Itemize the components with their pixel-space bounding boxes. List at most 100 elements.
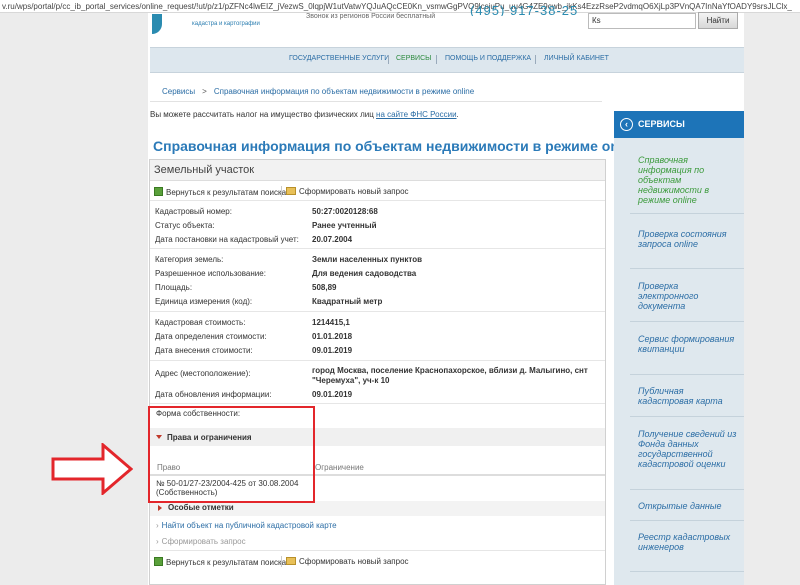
new-request-bottom-button[interactable]: Сформировать новый запрос: [286, 557, 409, 566]
field-label-status: Статус объекта:: [155, 221, 215, 230]
nav-divider: [388, 55, 389, 64]
divider: [150, 248, 605, 249]
hotline-phone: (495) 917-38-25: [470, 4, 579, 16]
nav-item-help[interactable]: ПОМОЩЬ И ПОДДЕРЖКА: [445, 55, 531, 62]
divider: [150, 311, 605, 312]
field-label-update-date: Дата обновления информации:: [155, 390, 272, 399]
annotation-arrow-icon: [51, 443, 133, 495]
field-value-status: Ранее учтенный: [312, 221, 377, 230]
action-divider: [281, 556, 282, 567]
sidebar-item-public-map[interactable]: Публичная кадастровая карта: [638, 386, 738, 406]
breadcrumb-divider: [150, 101, 602, 102]
sidebar-divider: [630, 213, 744, 214]
special-notes-title[interactable]: Особые отметки: [168, 503, 234, 512]
sidebar: [614, 138, 744, 585]
field-label-permitted-use: Разрешенное использование:: [155, 269, 266, 278]
back-to-results-bottom-button[interactable]: Вернуться к результатам поиска: [154, 557, 286, 567]
page-title: Справочная информация по объектам недвиж…: [153, 138, 644, 154]
field-value-update-date: 09.01.2019: [312, 390, 353, 399]
card-header: Земельный участок: [150, 160, 605, 181]
sidebar-item-request-status[interactable]: Проверка состояния запроса online: [638, 229, 738, 249]
back-circle-icon[interactable]: ‹: [620, 118, 633, 131]
sidebar-item-document-check[interactable]: Проверка электронного документа: [638, 281, 738, 311]
sidebar-divider: [630, 374, 744, 375]
logo-line: кадастра и картографии: [192, 21, 260, 27]
sidebar-header[interactable]: ‹ СЕРВИСЫ: [614, 111, 744, 138]
sidebar-title: СЕРВИСЫ: [638, 119, 685, 129]
new-request-icon: [286, 187, 296, 195]
annotation-highlight-box: [148, 406, 315, 503]
create-request-link[interactable]: › Сформировать запрос: [156, 537, 246, 546]
field-label-address: Адрес (местоположение):: [155, 369, 251, 378]
action-divider: [281, 186, 282, 197]
new-request-label: Сформировать новый запрос: [299, 187, 409, 196]
field-value-land-category: Земли населенных пунктов: [312, 255, 423, 264]
map-link[interactable]: › Найти объект на публичной кадастровой к…: [156, 521, 337, 530]
field-label-value-entry-date: Дата внесения стоимости:: [155, 346, 253, 355]
field-label-cadastral-value: Кадастровая стоимость:: [155, 318, 246, 327]
create-request-label: Сформировать запрос: [161, 537, 246, 546]
sidebar-divider: [630, 489, 744, 490]
field-label-cadastral-number: Кадастровый номер:: [155, 207, 232, 216]
tax-note-end: .: [456, 110, 459, 119]
nav-item-gov-services[interactable]: ГОСУДАРСТВЕННЫЕ УСЛУГИ: [289, 55, 389, 62]
tax-note: Вы можете рассчитать налог на имущество …: [150, 110, 459, 119]
divider: [150, 403, 605, 404]
sidebar-item-valuation-fund[interactable]: Получение сведений из Фонда данных госуд…: [638, 429, 738, 469]
breadcrumb-services-link[interactable]: Сервисы: [162, 87, 195, 96]
field-value-value-date: 01.01.2018: [312, 332, 353, 341]
sidebar-item-engineers-registry[interactable]: Реестр кадастровых инженеров: [638, 532, 738, 552]
back-to-results-bottom-label: Вернуться к результатам поиска: [166, 558, 287, 567]
field-value-address-line2: "Черемуха", уч-к 10: [312, 376, 390, 385]
divider: [150, 200, 605, 201]
sidebar-divider: [630, 520, 744, 521]
sidebar-divider: [630, 268, 744, 269]
new-request-bottom-label: Сформировать новый запрос: [299, 557, 409, 566]
hotline-text: Звонок из регионов России бесплатный: [306, 13, 436, 20]
back-arrow-icon: [154, 557, 163, 566]
nav-divider: [535, 55, 536, 64]
field-label-unit: Единица измерения (код):: [155, 297, 253, 306]
field-value-registration-date: 20.07.2004: [312, 235, 353, 244]
back-to-results-label: Вернуться к результатам поиска: [166, 188, 287, 197]
field-label-land-category: Категория земель:: [155, 255, 224, 264]
sidebar-divider: [630, 416, 744, 417]
field-value-area: 508,89: [312, 283, 337, 292]
nav-item-services[interactable]: СЕРВИСЫ: [396, 55, 431, 62]
breadcrumb-current[interactable]: Справочная информация по объектам недвиж…: [214, 87, 474, 96]
field-value-cadastral-number: 50:27:0020128:68: [312, 207, 378, 216]
sidebar-item-open-data[interactable]: Открытые данные: [638, 501, 738, 511]
new-request-icon: [286, 557, 296, 565]
sidebar-divider: [630, 571, 744, 572]
field-value-value-entry-date: 09.01.2019: [312, 346, 353, 355]
browser-url-bar[interactable]: v.ru/wps/portal/p/cc_ib_portal_services/…: [0, 0, 800, 13]
breadcrumb-separator: >: [202, 87, 207, 96]
field-value-unit: Квадратный метр: [312, 297, 383, 306]
map-link-label: Найти объект на публичной кадастровой ка…: [161, 521, 337, 530]
breadcrumb: Сервисы > Справочная информация по объекта…: [162, 87, 474, 96]
field-value-cadastral-value: 1214415,1: [312, 318, 350, 327]
new-request-button[interactable]: Сформировать новый запрос: [286, 187, 409, 196]
tax-note-text: Вы можете рассчитать налог на имущество …: [150, 110, 374, 119]
divider: [150, 550, 605, 551]
search-input[interactable]: Кs: [588, 13, 696, 29]
fns-link[interactable]: на сайте ФНС России: [376, 110, 456, 119]
sidebar-item-receipt[interactable]: Сервис формирования квитанции: [638, 334, 738, 354]
logo-text: кадастра и картографии: [192, 14, 260, 28]
sidebar-divider: [630, 321, 744, 322]
field-label-registration-date: Дата постановки на кадастровый учет:: [155, 235, 299, 244]
field-value-permitted-use: Для ведения садоводства: [312, 269, 417, 278]
back-to-results-button[interactable]: Вернуться к результатам поиска: [154, 187, 286, 197]
link-arrow-icon: ›: [156, 537, 159, 546]
nav-divider: [436, 55, 437, 64]
field-value-address-line1: город Москва, поселение Краснопахорское,…: [312, 366, 588, 375]
nav-item-cabinet[interactable]: ЛИЧНЫЙ КАБИНЕТ: [544, 55, 609, 62]
expand-right-icon[interactable]: [158, 505, 162, 511]
field-label-area: Площадь:: [155, 283, 193, 292]
divider: [150, 360, 605, 361]
link-arrow-icon: ›: [156, 521, 159, 530]
sidebar-item-reference-info[interactable]: Справочная информация по объектам недвиж…: [638, 155, 738, 205]
rights-col-restriction: Ограничение: [315, 463, 364, 472]
search-button[interactable]: Найти: [698, 12, 738, 29]
back-arrow-icon: [154, 187, 163, 196]
